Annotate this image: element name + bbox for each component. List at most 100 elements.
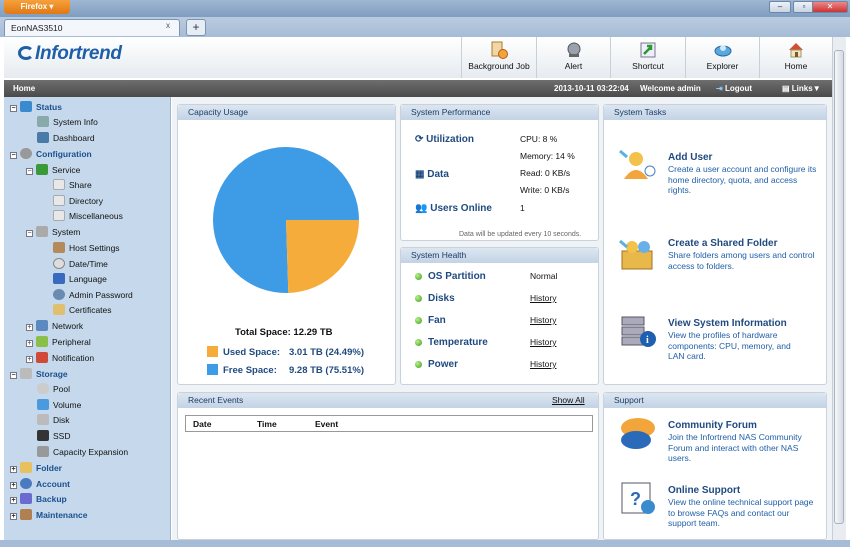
temperature-history-link[interactable]: History [530, 337, 556, 347]
minimize-button[interactable]: – [769, 1, 791, 13]
explorer-button[interactable]: Explorer [685, 37, 759, 78]
alert-button[interactable]: Alert [536, 37, 610, 78]
community-forum-icon[interactable] [618, 416, 658, 452]
disks-status-icon [415, 295, 422, 302]
shortcut-button[interactable]: Shortcut [610, 37, 685, 78]
collapse-icon[interactable]: − [10, 372, 17, 379]
tree-admin-password[interactable]: Admin Password [53, 288, 133, 302]
collapse-icon[interactable]: − [26, 230, 33, 237]
svg-text:i: i [646, 335, 649, 346]
volume-icon [37, 399, 49, 410]
tree-system[interactable]: − System [26, 225, 80, 239]
capacity-expansion-icon [37, 446, 49, 457]
expand-icon[interactable]: + [10, 497, 17, 504]
tree-system-info[interactable]: System Info [37, 115, 98, 129]
add-user-title[interactable]: Add User [668, 152, 712, 163]
close-window-button[interactable]: ✕ [812, 1, 848, 13]
expand-icon[interactable]: + [10, 482, 17, 489]
background-job-button[interactable]: Background Job [461, 37, 536, 78]
tree-maintenance[interactable]: + Maintenance [10, 508, 88, 522]
cpu-value: CPU: 8 % [520, 134, 558, 144]
used-legend-swatch [207, 346, 218, 357]
logout-link[interactable]: ⇥ Logout [716, 80, 752, 97]
collapse-icon[interactable]: − [26, 168, 33, 175]
capacity-usage-title: Capacity Usage [178, 105, 395, 120]
tree-share[interactable]: Share [53, 178, 92, 192]
pool-icon [37, 383, 49, 394]
used-space-value: 3.01 TB (24.49%) [289, 347, 364, 358]
expand-icon[interactable]: + [26, 324, 33, 331]
ssd-icon [37, 430, 49, 441]
tree-datetime[interactable]: Date/Time [53, 257, 108, 271]
expand-icon[interactable]: + [10, 513, 17, 520]
col-time[interactable]: Time [257, 419, 277, 429]
temperature-label: Temperature [428, 337, 488, 348]
firefox-menu-button[interactable]: Firefox ▾ [4, 0, 70, 14]
key-icon [53, 289, 65, 300]
fan-history-link[interactable]: History [530, 315, 556, 325]
col-date[interactable]: Date [193, 419, 211, 429]
create-shared-folder-icon[interactable] [618, 237, 658, 273]
logout-label: Logout [724, 84, 753, 93]
collapse-icon[interactable]: − [10, 105, 17, 112]
show-all-link[interactable]: Show All [552, 395, 585, 405]
home-button[interactable]: Home [759, 37, 832, 78]
tree-pool[interactable]: Pool [37, 382, 70, 396]
os-partition-label: OS Partition [428, 271, 486, 282]
tree-certificates[interactable]: Certificates [53, 303, 112, 317]
logout-icon: ⇥ [716, 84, 723, 93]
tree-folder[interactable]: + Folder [10, 461, 62, 475]
tree-service[interactable]: − Service [26, 163, 80, 177]
tree-volume[interactable]: Volume [37, 398, 81, 412]
tree-storage[interactable]: − Storage [10, 367, 68, 381]
expand-icon[interactable]: + [26, 356, 33, 363]
tree-miscellaneous[interactable]: Miscellaneous [53, 209, 123, 223]
tree-status[interactable]: − Status [10, 100, 62, 114]
col-event[interactable]: Event [315, 419, 338, 429]
server-datetime: 2013-10-11 03:22:04 [554, 84, 629, 93]
status-icon [20, 101, 32, 112]
expand-icon[interactable]: + [10, 466, 17, 473]
online-support-icon[interactable]: ? [618, 481, 658, 517]
tree-account[interactable]: + Account [10, 477, 70, 491]
links-menu[interactable]: ▤ Links▼ [782, 80, 821, 97]
tree-backup[interactable]: + Backup [10, 492, 67, 506]
power-history-link[interactable]: History [530, 359, 556, 369]
tree-ssd[interactable]: SSD [37, 429, 70, 443]
tree-peripheral[interactable]: + Peripheral [26, 335, 91, 349]
tree-configuration[interactable]: − Configuration [10, 147, 92, 161]
tree-capacity-expansion[interactable]: Capacity Expansion [37, 445, 128, 459]
view-system-information-icon[interactable]: i [618, 315, 658, 351]
tree-network[interactable]: + Network [26, 319, 83, 333]
expand-icon[interactable]: + [26, 340, 33, 347]
tree-directory[interactable]: Directory [53, 194, 103, 208]
tree-host-settings[interactable]: Host Settings [53, 241, 120, 255]
service-icon [36, 164, 48, 175]
breadcrumb-home[interactable]: Home [13, 80, 35, 97]
collapse-icon[interactable]: − [10, 152, 17, 159]
alert-label: Alert [564, 61, 583, 71]
disks-history-link[interactable]: History [530, 293, 556, 303]
tree-notification[interactable]: + Notification [26, 351, 94, 365]
tree-disk[interactable]: Disk [37, 413, 70, 427]
logo-text: Infortrend [35, 43, 122, 64]
browser-tab[interactable]: EonNAS3510 [4, 19, 180, 36]
tab-close-icon[interactable]: x [166, 21, 170, 30]
scrollbar-thumb[interactable] [834, 50, 844, 524]
home-icon [787, 41, 805, 59]
write-value: Write: 0 KB/s [520, 185, 570, 195]
online-support-title[interactable]: Online Support [668, 485, 740, 496]
capacity-usage-panel: Capacity Usage Total Space: 12.29 TB Use… [177, 104, 396, 385]
used-space-label: Used Space: [223, 347, 281, 358]
shortcut-icon [639, 41, 657, 59]
links-icon: ▤ [782, 84, 790, 93]
add-user-icon[interactable] [618, 147, 658, 183]
create-shared-folder-title[interactable]: Create a Shared Folder [668, 238, 777, 249]
update-note: Data will be updated every 10 seconds. [459, 231, 582, 238]
home-label: Home [784, 61, 808, 71]
view-system-information-title[interactable]: View System Information [668, 318, 787, 329]
tree-dashboard[interactable]: Dashboard [37, 131, 95, 145]
tree-language[interactable]: Language [53, 272, 107, 286]
community-forum-title[interactable]: Community Forum [668, 420, 757, 431]
new-tab-button[interactable]: + [186, 19, 206, 36]
